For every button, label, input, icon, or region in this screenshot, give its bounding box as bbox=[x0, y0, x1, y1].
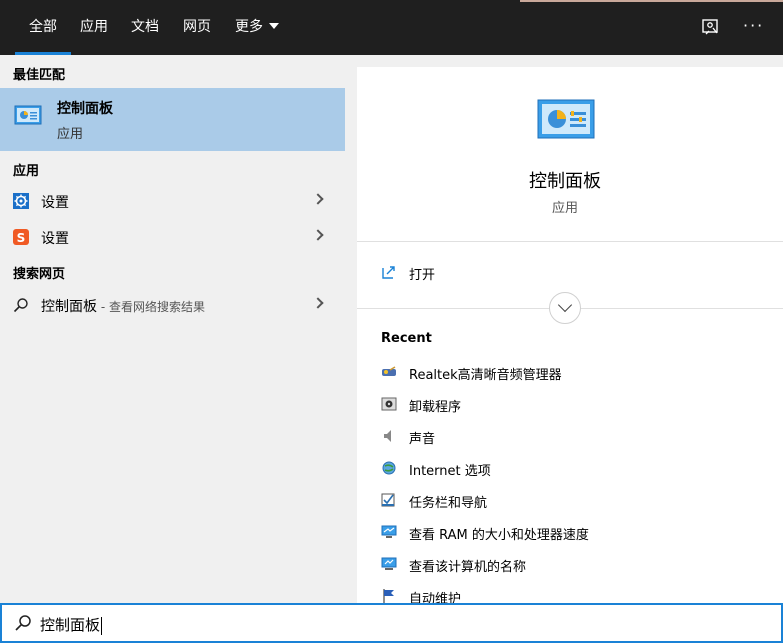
app-item-settings[interactable]: 设置 bbox=[0, 184, 345, 218]
recent-item-system[interactable]: 查看 RAM 的大小和处理器速度 bbox=[381, 522, 771, 543]
search-icon bbox=[13, 297, 29, 313]
maintenance-flag-icon bbox=[381, 588, 397, 604]
chevron-right-icon[interactable] bbox=[312, 297, 324, 309]
web-heading: 搜索网页 bbox=[13, 267, 66, 282]
recent-item-label: 查看该计算机的名称 bbox=[409, 560, 527, 575]
recent-item-internet-options[interactable]: Internet 选项 bbox=[381, 458, 771, 479]
web-search-item[interactable]: 控制面板 - 查看网络搜索结果 bbox=[0, 288, 345, 322]
tab-documents[interactable]: 文档 bbox=[129, 0, 161, 55]
chevron-down-icon bbox=[269, 23, 279, 29]
search-icon bbox=[14, 614, 32, 636]
web-search-label: 控制面板 - 查看网络搜索结果 bbox=[41, 296, 205, 316]
app-item-label: 设置 bbox=[41, 231, 69, 247]
speaker-icon bbox=[381, 428, 397, 444]
apps-heading: 应用 bbox=[13, 164, 40, 179]
tab-all[interactable]: 全部 bbox=[15, 0, 71, 55]
system-monitor-icon bbox=[381, 524, 397, 540]
internet-options-icon bbox=[381, 460, 397, 476]
preview-pane: 控制面板 应用 打开 Recent Realtek高清晰音频管理器 卸载程序 声… bbox=[357, 67, 783, 607]
recent-item-label: Realtek高清晰音频管理器 bbox=[409, 368, 562, 383]
results-list: 最佳匹配 控制面板 应用 应用 设置 S 设置 搜索网页 控制面板 - 查看网络… bbox=[0, 55, 345, 603]
best-match-subtitle: 应用 bbox=[57, 127, 84, 142]
app-item-label: 设置 bbox=[41, 195, 69, 211]
best-match-heading: 最佳匹配 bbox=[13, 68, 66, 83]
preview-title: 控制面板 bbox=[529, 171, 601, 192]
expand-button[interactable] bbox=[549, 292, 581, 324]
recent-item-label: 任务栏和导航 bbox=[409, 496, 488, 511]
chevron-right-icon[interactable] bbox=[312, 193, 324, 205]
open-label: 打开 bbox=[409, 268, 436, 283]
tab-more[interactable]: 更多 bbox=[233, 0, 281, 55]
best-match-item[interactable]: 控制面板 应用 bbox=[0, 88, 345, 151]
feedback-icon[interactable] bbox=[700, 17, 722, 39]
recent-item-label: 卸载程序 bbox=[409, 400, 462, 415]
recent-item-realtek[interactable]: Realtek高清晰音频管理器 bbox=[381, 362, 771, 383]
preview-subtitle: 应用 bbox=[551, 201, 578, 216]
recent-item-uninstall[interactable]: 卸载程序 bbox=[381, 394, 771, 415]
computer-name-icon bbox=[381, 556, 397, 572]
sogou-settings-icon: S bbox=[13, 229, 29, 245]
control-panel-icon bbox=[537, 99, 595, 145]
control-panel-icon bbox=[14, 104, 42, 132]
web-search-query: 控制面板 bbox=[41, 299, 97, 315]
app-item-settings-sogou[interactable]: S 设置 bbox=[0, 220, 345, 254]
search-input[interactable]: 控制面板 bbox=[40, 614, 103, 635]
recent-item-label: Internet 选项 bbox=[409, 464, 491, 479]
web-search-hint: - 查看网络搜索结果 bbox=[97, 300, 205, 314]
window-edge-strip bbox=[520, 0, 783, 2]
ellipsis-icon[interactable]: ··· bbox=[743, 16, 764, 35]
search-box[interactable]: 控制面板 bbox=[0, 603, 783, 643]
recent-item-label: 查看 RAM 的大小和处理器速度 bbox=[409, 528, 589, 543]
recent-heading: Recent bbox=[381, 331, 432, 346]
tab-more-label: 更多 bbox=[235, 19, 263, 35]
svg-text:S: S bbox=[17, 231, 26, 245]
tab-web[interactable]: 网页 bbox=[181, 0, 213, 55]
taskbar-icon bbox=[381, 492, 397, 508]
chevron-down-icon bbox=[557, 297, 573, 313]
best-match-title: 控制面板 bbox=[57, 101, 113, 117]
divider bbox=[357, 241, 783, 242]
text-caret bbox=[101, 616, 103, 635]
recent-item-label: 声音 bbox=[409, 432, 436, 447]
tab-apps[interactable]: 应用 bbox=[78, 0, 110, 55]
realtek-audio-icon bbox=[381, 364, 397, 380]
recent-item-computer-name[interactable]: 查看该计算机的名称 bbox=[381, 554, 771, 575]
recent-item-sound[interactable]: 声音 bbox=[381, 426, 771, 447]
settings-gear-icon bbox=[13, 193, 29, 209]
uninstall-program-icon bbox=[381, 396, 397, 412]
open-external-icon bbox=[381, 264, 397, 284]
search-filter-bar: 全部 应用 文档 网页 更多 ··· bbox=[0, 0, 783, 55]
search-input-value: 控制面板 bbox=[40, 616, 101, 634]
chevron-right-icon[interactable] bbox=[312, 229, 324, 241]
recent-item-taskbar[interactable]: 任务栏和导航 bbox=[381, 490, 771, 511]
